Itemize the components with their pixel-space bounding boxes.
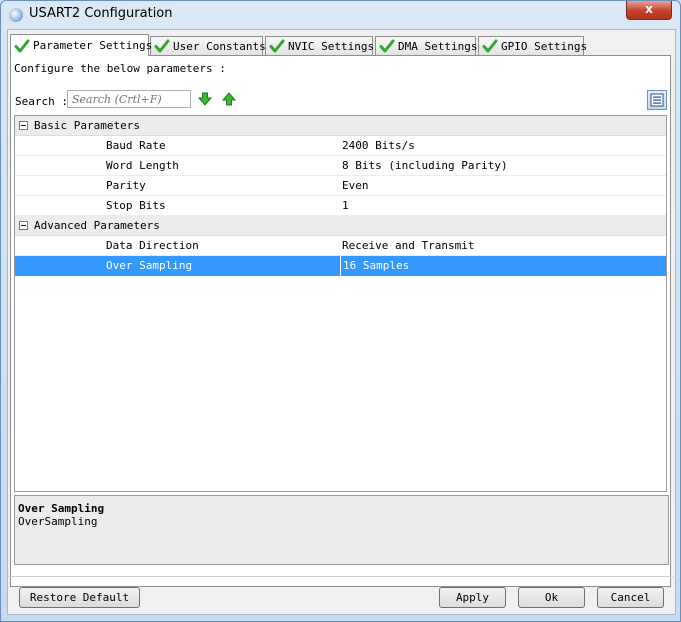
- list-view-button[interactable]: [647, 90, 667, 110]
- cancel-button[interactable]: Cancel: [597, 587, 664, 608]
- tab-label: NVIC Settings: [288, 39, 375, 53]
- search-label: Search :: [15, 95, 68, 108]
- param-value[interactable]: 1: [340, 196, 349, 216]
- tab-gpio-settings[interactable]: GPIO Settings: [478, 36, 588, 55]
- group-basic-parameters[interactable]: Basic Parameters: [15, 116, 666, 136]
- param-name: Stop Bits: [106, 199, 166, 212]
- param-value[interactable]: 16 Samples: [340, 256, 409, 276]
- collapse-icon[interactable]: [19, 121, 28, 130]
- param-name: Parity: [106, 179, 146, 192]
- check-icon: [269, 39, 285, 53]
- group-name: Advanced Parameters: [34, 219, 160, 232]
- dialog-window: USART2 Configuration x Parameter Setting…: [0, 0, 681, 622]
- parameter-settings-panel: Configure the below parameters : Search …: [10, 55, 671, 587]
- description-text: OverSampling: [18, 515, 98, 528]
- app-icon: [9, 8, 23, 22]
- restore-default-button[interactable]: Restore Default: [19, 587, 140, 608]
- window-title: USART2 Configuration: [29, 6, 173, 21]
- tab-label: Parameter Settings: [33, 39, 153, 52]
- close-icon: x: [645, 2, 653, 16]
- tab-parameter-settings[interactable]: Parameter Settings: [10, 34, 153, 56]
- tab-nvic-settings[interactable]: NVIC Settings: [265, 36, 375, 55]
- search-input[interactable]: [67, 90, 191, 108]
- group-name: Basic Parameters: [34, 119, 140, 132]
- parameter-grid: Basic Parameters Baud Rate 2400 Bits/s W…: [14, 115, 667, 492]
- arrow-up-icon[interactable]: [222, 92, 236, 106]
- divider: [8, 576, 673, 577]
- group-advanced-parameters[interactable]: Advanced Parameters: [15, 216, 666, 236]
- param-name: Word Length: [106, 159, 179, 172]
- title-bar[interactable]: USART2 Configuration x: [1, 1, 680, 29]
- check-icon: [482, 39, 498, 53]
- description-title: Over Sampling: [18, 502, 105, 515]
- param-row-data-direction[interactable]: Data Direction Receive and Transmit: [15, 236, 666, 256]
- description-panel: Over Sampling OverSampling: [14, 495, 669, 565]
- check-icon: [379, 39, 395, 53]
- param-value[interactable]: 2400 Bits/s: [340, 136, 415, 156]
- param-value[interactable]: 8 Bits (including Parity): [340, 156, 508, 176]
- param-row-stop-bits[interactable]: Stop Bits 1: [15, 196, 666, 216]
- list-view-icon: [650, 93, 664, 107]
- param-name: Baud Rate: [106, 139, 166, 152]
- param-value[interactable]: Receive and Transmit: [340, 236, 474, 256]
- apply-button[interactable]: Apply: [439, 587, 506, 608]
- tab-dma-settings[interactable]: DMA Settings: [375, 36, 478, 55]
- param-value[interactable]: Even: [340, 176, 369, 196]
- collapse-icon[interactable]: [19, 221, 28, 230]
- ok-button[interactable]: Ok: [518, 587, 585, 608]
- param-name: Over Sampling: [106, 259, 193, 272]
- close-button[interactable]: x: [626, 1, 672, 20]
- dialog-client: Parameter Settings User Constants NVIC S…: [7, 29, 676, 615]
- param-row-baud-rate[interactable]: Baud Rate 2400 Bits/s: [15, 136, 666, 156]
- param-row-over-sampling[interactable]: Over Sampling 16 Samples: [15, 256, 666, 276]
- param-row-word-length[interactable]: Word Length 8 Bits (including Parity): [15, 156, 666, 176]
- tab-label: DMA Settings: [398, 39, 478, 53]
- arrow-down-icon[interactable]: [198, 92, 212, 106]
- check-icon: [14, 39, 30, 52]
- tab-user-constants[interactable]: User Constants: [150, 36, 266, 55]
- tab-label: GPIO Settings: [501, 39, 588, 53]
- tab-label: User Constants: [173, 39, 266, 53]
- param-row-parity[interactable]: Parity Even: [15, 176, 666, 196]
- check-icon: [154, 39, 170, 53]
- configure-label: Configure the below parameters :: [14, 62, 226, 75]
- param-name: Data Direction: [106, 239, 199, 252]
